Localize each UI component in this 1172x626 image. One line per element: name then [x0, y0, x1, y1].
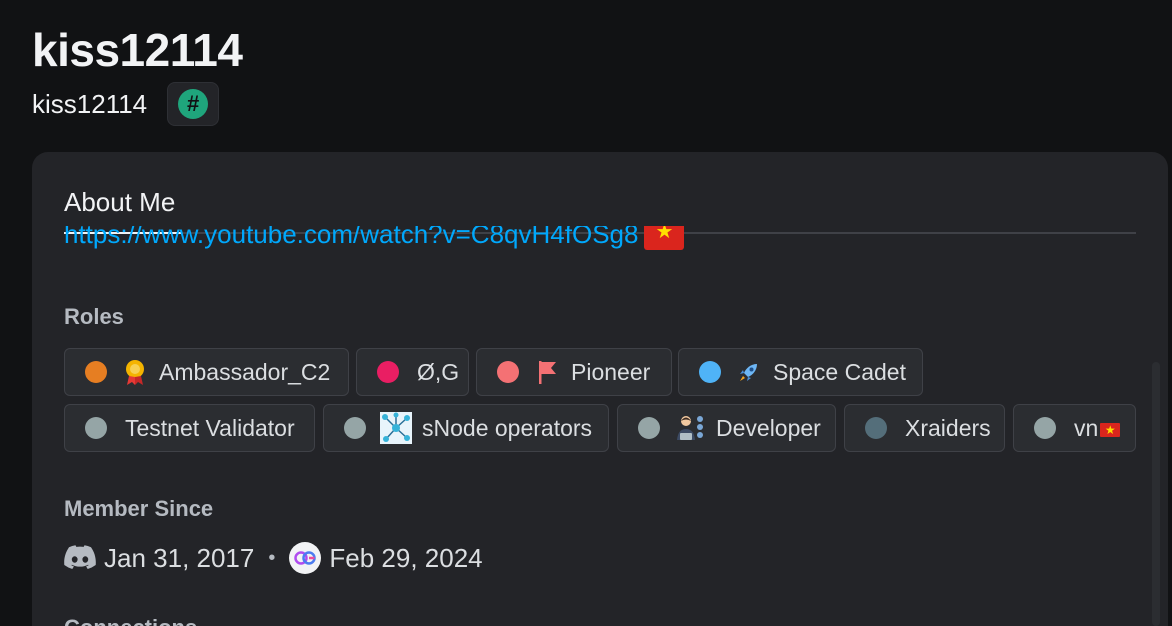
role-space-cadet[interactable]: Space Cadet	[678, 348, 923, 396]
role-ambassador-c2[interactable]: Ambassador_C2	[64, 348, 349, 396]
role-color-dot	[1034, 417, 1056, 439]
vietnam-flag-icon: ★	[644, 226, 685, 250]
role-label-text: vn	[1074, 415, 1099, 441]
role-label: Developer	[716, 415, 821, 441]
username: kiss12114	[32, 89, 148, 119]
role-label: Testnet Validator	[125, 415, 295, 441]
profile-card: About Me https://www.youtube.com/watch?v…	[32, 152, 1168, 626]
role-vn[interactable]: vn ★	[1013, 404, 1136, 452]
profile-page: kiss12114 kiss12114 # About Me https://w…	[0, 0, 1172, 626]
discord-icon	[64, 545, 96, 569]
role-label: Xraiders	[905, 415, 991, 441]
role-color-dot	[85, 417, 107, 439]
role-color-dot	[638, 417, 660, 439]
developer-icon	[674, 412, 706, 444]
role-label: Pioneer	[571, 359, 651, 385]
role-label: Space Cadet	[773, 359, 906, 385]
0g-server-icon	[289, 542, 322, 574]
connections-heading: Connections	[64, 614, 197, 626]
server-tag-badge[interactable]: #	[167, 82, 220, 126]
member-since-row: Jan 31, 2017 • Feb 29, 2024	[64, 540, 483, 576]
about-me-bio: https://www.youtube.com/watch?v=C8qvH4fO…	[64, 226, 685, 260]
role-color-dot	[497, 361, 519, 383]
rocket-icon	[735, 358, 763, 386]
role-snode-operators[interactable]: sNode operators	[323, 404, 609, 452]
role-color-dot	[699, 361, 721, 383]
role-developer[interactable]: Developer	[617, 404, 836, 452]
medal-icon	[121, 358, 149, 386]
flag-icon	[533, 358, 561, 386]
role-label: Ambassador_C2	[159, 359, 331, 385]
bio-youtube-link[interactable]: https://www.youtube.com/watch?v=C8qvH4fO…	[64, 226, 638, 251]
scrollbar[interactable]	[1152, 362, 1160, 626]
server-join-date: Feb 29, 2024	[329, 543, 483, 573]
hash-icon: #	[178, 89, 209, 119]
role-testnet-validator[interactable]: Testnet Validator	[64, 404, 315, 452]
roles-heading: Roles	[64, 304, 124, 329]
role-label: vn ★	[1074, 414, 1121, 442]
network-icon	[380, 412, 412, 444]
username-row: kiss12114 #	[32, 82, 220, 126]
role-xraiders[interactable]: Xraiders	[844, 404, 1005, 452]
role-0g[interactable]: Ø,G	[356, 348, 469, 396]
discord-join-date: Jan 31, 2017	[104, 543, 255, 573]
role-color-dot	[344, 417, 366, 439]
display-name: kiss12114	[32, 24, 243, 76]
role-label: sNode operators	[422, 415, 593, 441]
date-separator: •	[268, 546, 276, 569]
role-label: Ø,G	[417, 359, 460, 385]
role-pioneer[interactable]: Pioneer	[476, 348, 672, 396]
role-color-dot	[377, 361, 399, 383]
role-color-dot	[865, 417, 887, 439]
member-since-heading: Member Since	[64, 496, 214, 521]
vietnam-flag-icon: ★	[1100, 422, 1121, 437]
role-color-dot	[85, 361, 107, 383]
